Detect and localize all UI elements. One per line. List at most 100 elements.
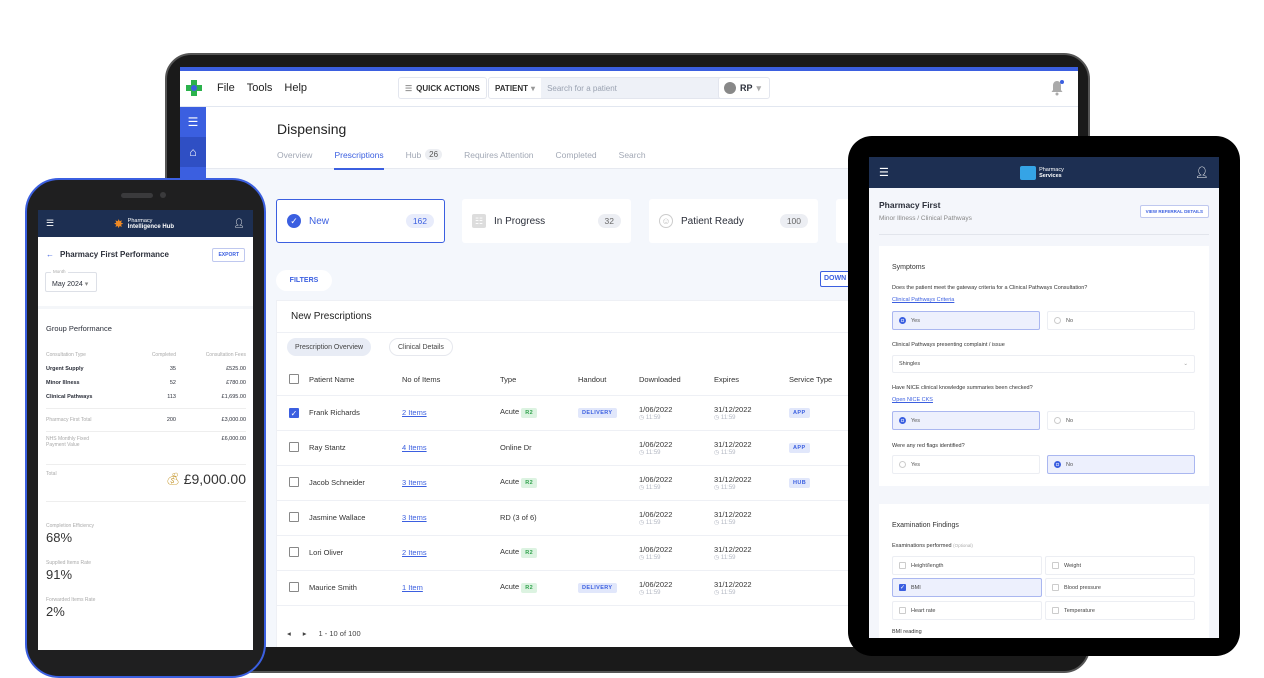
exam-option-heart-rate[interactable]: Heart rate [892, 601, 1042, 620]
phone-camera [160, 192, 166, 198]
table-row[interactable]: Jacob Schneider 3 Items Acute R2 1/06/2022 ◷… [277, 465, 877, 501]
nice-no-radio[interactable]: No [1047, 411, 1195, 430]
select-all-checkbox[interactable] [289, 373, 299, 384]
table-row[interactable]: ✓ Frank Richards 2 Items Acute R2 DELIVERY 1/… [277, 395, 877, 431]
status-card-in-progress[interactable]: ☷ In Progress 32 [462, 199, 631, 243]
user-icon[interactable]: 👤︎ [234, 218, 245, 229]
hamburger-icon[interactable]: ☰ [46, 218, 54, 229]
expires-time: 11:59 [720, 449, 736, 456]
user-icon[interactable]: 👤︎ [1195, 166, 1209, 179]
tab-label: Requires Attention [464, 149, 534, 160]
status-card-new[interactable]: ✓ New 162 [276, 199, 445, 243]
group-performance-title: Group Performance [46, 324, 112, 333]
row-checkbox[interactable] [289, 441, 299, 452]
tab-clinical-details[interactable]: Clinical Details [389, 338, 453, 356]
view-referral-details-button[interactable]: VIEW REFERRAL DETAILS [1139, 205, 1209, 218]
month-select[interactable]: Month May 2024 ▾ [45, 269, 97, 292]
user-menu-button[interactable]: RP ▾ [718, 77, 770, 99]
sidebar-item-home[interactable]: ⌂ [180, 137, 206, 167]
caret-down-icon: ▾ [531, 83, 536, 93]
sidebar-menu-toggle[interactable]: ☰ [180, 107, 206, 137]
patient-name[interactable]: Lori Oliver [309, 535, 402, 571]
complaint-select[interactable]: Shingles ⌄ [892, 355, 1195, 373]
downloaded-date: 1/06/2022 [639, 404, 673, 414]
items-link[interactable]: 2 Items [402, 408, 427, 417]
col-downloaded[interactable]: Downloaded [639, 365, 714, 396]
exam-option-bmi[interactable]: ✓ BMI [892, 578, 1042, 597]
exam-option-height[interactable]: Height/length [892, 556, 1042, 575]
clock-icon: ◷ [639, 589, 645, 596]
patient-name[interactable]: Ray Stantz [309, 430, 402, 466]
tab-search[interactable]: Search [619, 149, 646, 170]
menu-file[interactable]: File [217, 82, 235, 94]
table-row[interactable]: Maurice Smith 1 Item Acute R2 DELIVERY 1/06/… [277, 570, 877, 606]
patient-type-select[interactable]: PATIENT ▾ [489, 78, 541, 98]
row-checkbox[interactable] [289, 546, 299, 557]
table-row[interactable]: Jasmine Wallace 3 Items RD (3 of 6) 1/06/2… [277, 500, 877, 536]
col-no-of-items[interactable]: No of Items [402, 365, 500, 396]
tab-prescriptions[interactable]: Prescriptions [334, 149, 384, 170]
tab-completed[interactable]: Completed [556, 149, 597, 170]
notification-bell-icon[interactable] [1050, 80, 1064, 96]
patient-name[interactable]: Maurice Smith [309, 570, 402, 606]
menu-help[interactable]: Help [284, 82, 307, 94]
gateway-no-radio[interactable]: No [1047, 311, 1195, 330]
hamburger-icon[interactable]: ☰ [879, 166, 889, 179]
patient-search-input[interactable]: Search for a patient⌕ [541, 78, 732, 98]
items-link[interactable]: 4 Items [402, 443, 427, 452]
title-text: Pharmacy First Performance [60, 250, 169, 259]
items-link[interactable]: 3 Items [402, 478, 427, 487]
row-checkbox[interactable]: ✓ [289, 407, 299, 418]
optional-hint: (Optional) [953, 543, 973, 548]
prev-page-icon[interactable]: ◂ [287, 629, 291, 638]
gp-header: Consultation Fees [205, 352, 246, 358]
export-button[interactable]: EXPORT [212, 248, 245, 262]
metric-label: Forwarded Items Rate [46, 597, 96, 603]
back-arrow-icon[interactable]: ← [46, 250, 54, 259]
items-link[interactable]: 2 Items [402, 548, 427, 557]
patient-name[interactable]: Jacob Schneider [309, 465, 402, 501]
patient-name[interactable]: Jasmine Wallace [309, 500, 402, 536]
checkbox-label: Temperature [1064, 607, 1095, 614]
row-checkbox[interactable] [289, 581, 299, 592]
menu-tools[interactable]: Tools [247, 82, 273, 94]
filters-button[interactable]: FILTERS [276, 270, 332, 291]
tab-hub[interactable]: Hub 26 [406, 149, 443, 170]
exam-option-blood-pressure[interactable]: Blood pressure [1045, 578, 1195, 597]
clinical-pathways-criteria-link[interactable]: Clinical Pathways Criteria [892, 297, 954, 303]
repeat-badge: R2 [521, 478, 538, 488]
tab-requires-attention[interactable]: Requires Attention [464, 149, 533, 170]
nice-yes-radio[interactable]: Yes [892, 411, 1040, 430]
red-flags-yes-radio[interactable]: Yes [892, 455, 1040, 474]
table-row[interactable]: Ray Stantz 4 Items Online Dr 1/06/2022 ◷ 11… [277, 430, 877, 466]
pagination-range: 1 - 10 of 100 [318, 629, 361, 638]
open-nice-cks-link[interactable]: Open NICE CKS [892, 397, 933, 403]
red-flags-no-radio[interactable]: No [1047, 455, 1195, 474]
exam-option-temperature[interactable]: Temperature [1045, 601, 1195, 620]
col-handout[interactable]: Handout [578, 365, 639, 396]
col-expires[interactable]: Expires [714, 365, 789, 396]
clock-icon: ◷ [714, 449, 720, 456]
row-checkbox[interactable] [289, 511, 299, 522]
tab-overview[interactable]: Overview [277, 149, 312, 170]
items-link[interactable]: 3 Items [402, 513, 427, 522]
col-patient-name[interactable]: Patient Name [309, 365, 402, 396]
clock-icon: ◷ [639, 484, 645, 491]
gp-row: Clinical Pathways 113 £1,695.00 [46, 390, 246, 404]
row-checkbox[interactable] [289, 476, 299, 487]
quick-actions-button[interactable]: ☰ QUICK ACTIONS [398, 77, 487, 99]
expires-time: 11:59 [720, 484, 736, 491]
patient-name[interactable]: Frank Richards [309, 395, 402, 431]
tab-prescription-overview[interactable]: Prescription Overview [287, 338, 372, 356]
total-label: Total [46, 471, 57, 477]
gateway-yes-radio[interactable]: Yes [892, 311, 1040, 330]
prescriptions-panel: New Prescriptions Prescription Overview … [276, 300, 877, 647]
col-type[interactable]: Type [500, 365, 578, 396]
exam-option-weight[interactable]: Weight [1045, 556, 1195, 575]
status-card-patient-ready[interactable]: ☺ Patient Ready 100 [649, 199, 818, 243]
next-page-icon[interactable]: ▸ [303, 629, 307, 638]
items-link[interactable]: 1 Item [402, 583, 423, 592]
table-row[interactable]: Lori Oliver 2 Items Acute R2 1/06/2022 ◷ 11:… [277, 535, 877, 571]
checkbox-label: BMI [911, 584, 921, 591]
expires-date: 31/12/2022 [714, 544, 752, 554]
